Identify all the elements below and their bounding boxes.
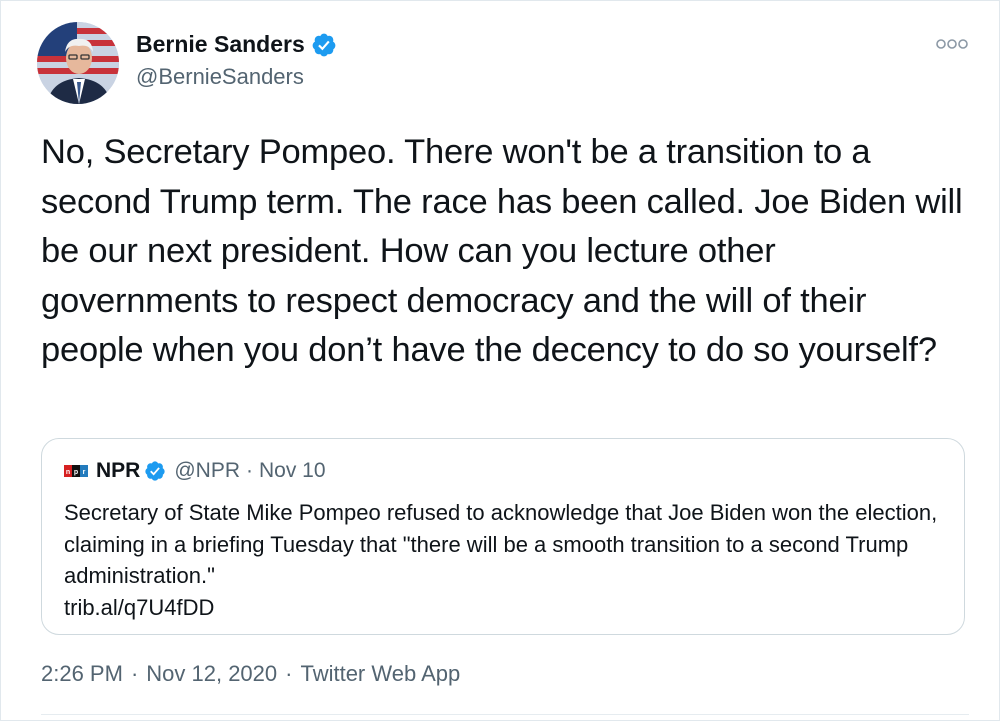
avatar[interactable]: [37, 22, 119, 104]
author-display-name[interactable]: Bernie Sanders: [136, 31, 305, 58]
svg-text:r: r: [83, 469, 86, 476]
tweet-text: No, Secretary Pompeo. There won't be a t…: [41, 133, 963, 369]
tweet-card: Bernie Sanders @BernieSanders No, Secret…: [0, 0, 1000, 721]
quoted-author-handle[interactable]: @NPR: [174, 459, 240, 483]
separator-dot: ·: [246, 459, 253, 482]
verified-badge-icon: [145, 461, 165, 481]
npr-logo-icon: n p r: [64, 465, 88, 477]
svg-text:p: p: [74, 469, 78, 476]
author-name[interactable]: Bernie Sanders: [136, 31, 337, 58]
tweet-source[interactable]: Twitter Web App: [300, 661, 460, 687]
divider: [41, 714, 969, 715]
svg-text:n: n: [66, 469, 70, 476]
quoted-tweet-link[interactable]: trib.al/q7U4fDD: [64, 592, 944, 624]
tweet-meta: 2:26 PM · Nov 12, 2020 · Twitter Web App: [41, 661, 460, 687]
quoted-tweet-body: Secretary of State Mike Pompeo refused t…: [64, 497, 944, 623]
more-options-icon[interactable]: [935, 37, 969, 51]
verified-badge-icon: [312, 33, 336, 56]
quoted-tweet-text: Secretary of State Mike Pompeo refused t…: [64, 500, 938, 588]
quoted-tweet[interactable]: n p r NPR @NPR · Nov 10 Secretary of Sta…: [41, 438, 965, 635]
separator-dot: ·: [130, 661, 139, 686]
quoted-author-name[interactable]: NPR: [96, 459, 140, 483]
separator-dot: ·: [285, 661, 293, 686]
quoted-tweet-date[interactable]: Nov 10: [259, 459, 326, 483]
quoted-tweet-header: n p r NPR @NPR · Nov 10: [64, 459, 326, 483]
tweet-date[interactable]: Nov 12, 2020: [146, 661, 277, 687]
tweet-time[interactable]: 2:26 PM: [41, 661, 123, 687]
author-handle[interactable]: @BernieSanders: [136, 64, 304, 90]
